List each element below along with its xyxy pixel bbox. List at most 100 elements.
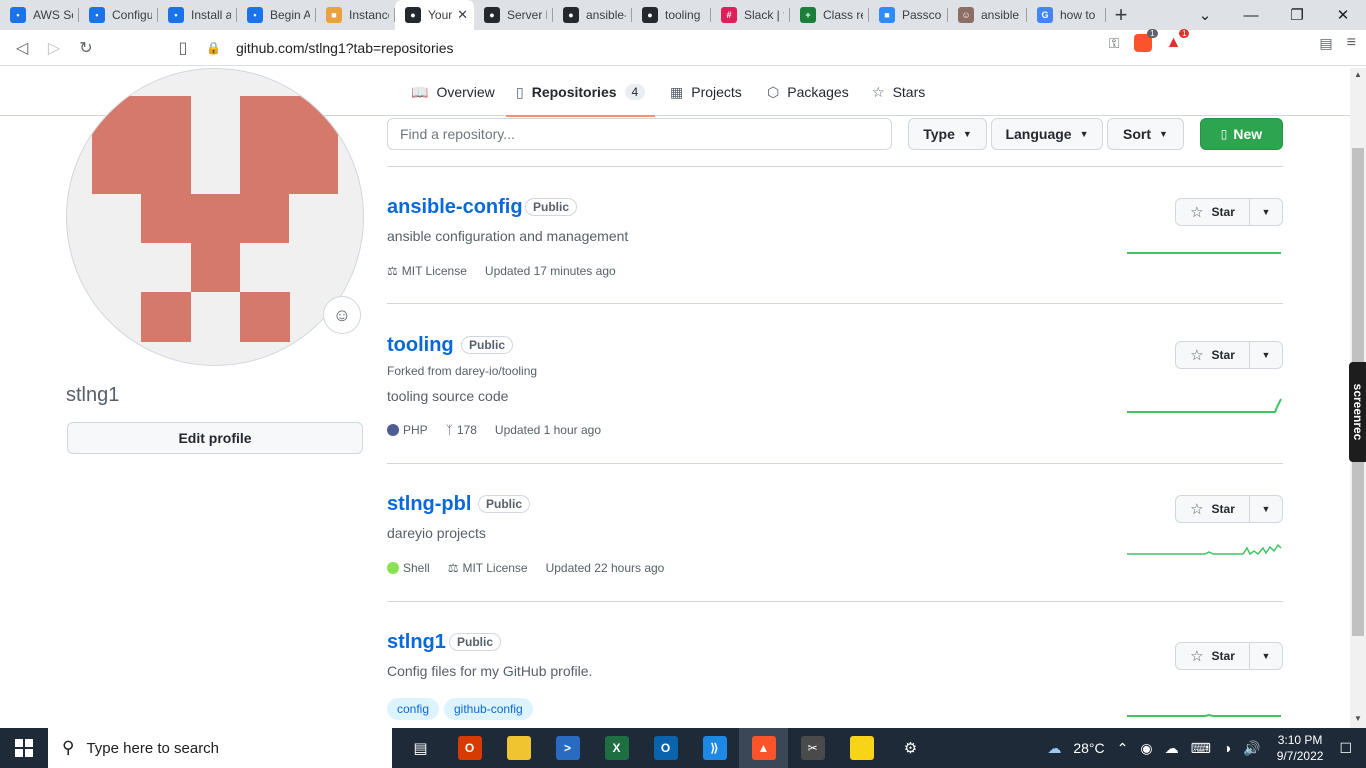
avatar-block xyxy=(240,292,290,342)
menu-icon[interactable]: ≡ xyxy=(1347,34,1356,52)
new-tab-button[interactable]: + xyxy=(1104,0,1138,30)
clock[interactable]: 3:10 PM 9/7/2022 xyxy=(1277,732,1324,764)
repo-name-link[interactable]: stlng-pbl xyxy=(387,493,471,516)
new-repository-button[interactable]: ▯ New xyxy=(1200,118,1283,150)
browser-tab[interactable]: Ghow to xyxy=(1027,0,1106,30)
key-icon[interactable]: ⚿ xyxy=(1109,35,1120,52)
lock-icon: 🔒 xyxy=(206,41,221,55)
powershell-icon[interactable]: > xyxy=(543,728,592,768)
onedrive-icon[interactable]: ☁ xyxy=(1165,740,1179,757)
brave-rewards-icon[interactable]: ▲ 1 xyxy=(1166,29,1190,52)
tab-overview[interactable]: 📖 Overview xyxy=(411,68,495,116)
repo-description: dareyio projects xyxy=(387,525,486,541)
browser-tab[interactable]: • Install a xyxy=(158,0,237,30)
find-repository-input[interactable] xyxy=(387,118,892,150)
browser-tab[interactable]: ☺ ansible xyxy=(948,0,1027,30)
avatar-block xyxy=(240,96,338,194)
browser-tab[interactable]: ● Your ✕ xyxy=(395,0,474,30)
screenrec-overlay[interactable]: screenrec xyxy=(1349,362,1366,462)
vscode-icon[interactable]: ⟫ xyxy=(690,728,739,768)
language-color-dot xyxy=(387,562,399,574)
star-list-dropdown[interactable]: ▼ xyxy=(1250,199,1282,225)
weather-icon[interactable]: ☁ xyxy=(1047,740,1061,757)
forks-link[interactable]: ᛉ 178 xyxy=(446,423,477,437)
back-button[interactable]: ◁ xyxy=(6,32,38,64)
settings-gear-icon[interactable]: ⚙ xyxy=(886,728,935,768)
browser-tab-title: Server E xyxy=(507,8,547,22)
star-list-dropdown[interactable]: ▼ xyxy=(1250,342,1282,368)
tab-repositories[interactable]: ▯ Repositories 4 xyxy=(505,68,656,117)
maximize-button[interactable]: ❐ xyxy=(1274,6,1320,24)
input-method-icon[interactable]: ⌨ xyxy=(1191,740,1211,757)
close-window-button[interactable]: ✕ xyxy=(1320,6,1366,24)
browser-tab[interactable]: ● ansible- xyxy=(553,0,632,30)
scroll-up-arrow[interactable]: ▲ xyxy=(1350,70,1366,79)
notifications-icon[interactable]: ☐ xyxy=(1339,740,1352,757)
browser-tab-doc-icon: • xyxy=(10,7,26,23)
reload-button[interactable]: ↻ xyxy=(70,32,102,64)
close-tab-icon[interactable]: ✕ xyxy=(457,7,468,23)
taskbar-search[interactable]: ⚲ Type here to search xyxy=(48,728,392,768)
office-app-icon[interactable]: O xyxy=(445,728,494,768)
sticky-notes-icon[interactable] xyxy=(837,728,886,768)
tab-projects[interactable]: ▦ Projects xyxy=(670,68,742,116)
excel-icon[interactable]: X xyxy=(592,728,641,768)
topic-tag[interactable]: github-config xyxy=(444,698,533,720)
repo-name-link[interactable]: tooling xyxy=(387,334,454,357)
tab-search-icon[interactable]: ⌄ xyxy=(1182,6,1228,24)
wallet-icon[interactable]: ▤ xyxy=(1319,35,1332,52)
tab-packages[interactable]: ⬡ Packages xyxy=(767,68,849,116)
file-explorer-icon[interactable] xyxy=(494,728,543,768)
browser-tab[interactable]: ■ Instance xyxy=(316,0,395,30)
browser-tab[interactable]: • Begin A xyxy=(237,0,316,30)
task-view-icon[interactable]: ▤ xyxy=(396,728,445,768)
browser-tab-title: tooling xyxy=(665,8,701,22)
browser-tab[interactable]: • Configu xyxy=(79,0,158,30)
repo-name-link[interactable]: stlng1 xyxy=(387,631,446,654)
meet-now-icon[interactable]: ◉ xyxy=(1140,740,1152,757)
volume-icon[interactable]: 🔊 xyxy=(1243,740,1260,757)
star-list-dropdown[interactable]: ▼ xyxy=(1250,496,1282,522)
updated-text: Updated 22 hours ago xyxy=(545,561,665,575)
browser-tab-strip: • AWS So • Configu • Install a • Begin A ■ Instan… xyxy=(0,0,1366,30)
type-filter-label: Type xyxy=(923,126,955,142)
forward-button[interactable]: ▷ xyxy=(38,32,70,64)
sort-filter-button[interactable]: Sort ▼ xyxy=(1107,118,1184,150)
browser-tab[interactable]: ● Server E xyxy=(474,0,553,30)
browser-tab[interactable]: ● tooling xyxy=(632,0,711,30)
language-filter-button[interactable]: Language ▼ xyxy=(991,118,1103,150)
set-status-button[interactable]: ☺ xyxy=(323,296,361,334)
forked-from-text[interactable]: Forked from darey-io/tooling xyxy=(387,364,537,378)
snipping-tool-icon[interactable]: ✂ xyxy=(788,728,837,768)
scroll-down-arrow[interactable]: ▼ xyxy=(1350,714,1366,723)
fork-icon: ᛉ xyxy=(445,423,453,437)
taskbar-search-placeholder: Type here to search xyxy=(86,739,220,757)
brave-shield-icon[interactable]: 1 xyxy=(1133,29,1158,52)
type-filter-button[interactable]: Type ▼ xyxy=(908,118,987,150)
browser-tab[interactable]: • AWS So xyxy=(0,0,79,30)
star-button[interactable]: ☆ Star xyxy=(1176,342,1250,368)
browser-tab[interactable]: + Class re xyxy=(790,0,869,30)
brave-browser-icon[interactable]: ▲ xyxy=(739,728,788,768)
show-hidden-icons[interactable]: ⌃ xyxy=(1117,740,1129,757)
tab-stars[interactable]: ☆ Stars xyxy=(872,68,925,116)
sort-filter-label: Sort xyxy=(1123,126,1152,142)
browser-tab[interactable]: ■ Passcod xyxy=(869,0,948,30)
start-button[interactable] xyxy=(0,728,48,768)
star-button[interactable]: ☆ Star xyxy=(1176,199,1250,225)
url-text[interactable]: github.com/stlng1?tab=repositories xyxy=(236,40,454,56)
star-button[interactable]: ☆ Star xyxy=(1176,643,1250,669)
law-icon: ⚖ xyxy=(387,264,398,278)
temperature[interactable]: 28°C xyxy=(1073,740,1104,756)
star-icon: ☆ xyxy=(1190,204,1204,221)
star-button[interactable]: ☆ Star xyxy=(1176,496,1250,522)
repo-name-link[interactable]: ansible-config xyxy=(387,196,523,219)
outlook-icon[interactable]: O xyxy=(641,728,690,768)
edit-profile-button[interactable]: Edit profile xyxy=(67,422,363,454)
wifi-icon[interactable]: ◑ xyxy=(1223,740,1231,756)
browser-tab[interactable]: # Slack | t xyxy=(711,0,790,30)
minimize-button[interactable]: — xyxy=(1228,7,1274,24)
bookmark-icon[interactable]: ▯ xyxy=(167,32,199,64)
topic-tag[interactable]: config xyxy=(387,698,440,720)
star-list-dropdown[interactable]: ▼ xyxy=(1250,643,1282,669)
